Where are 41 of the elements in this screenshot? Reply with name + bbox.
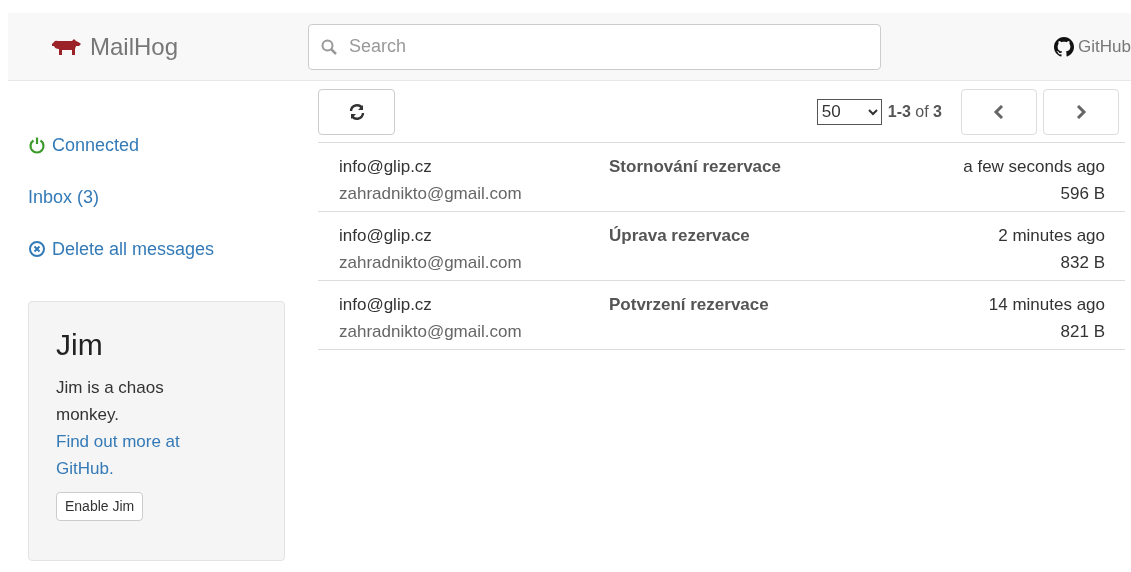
timestamp: a few seconds ago	[963, 156, 1105, 178]
sender: info@glip.cz	[339, 156, 432, 178]
message-row[interactable]: info@glip.cz zahradnikto@gmail.com Potvrzení rezervace 14 minutes ago 821 B	[318, 281, 1125, 350]
pig-icon	[52, 37, 82, 56]
search-icon	[321, 38, 337, 55]
panel-title: Jim	[56, 327, 104, 363]
message-row[interactable]: info@glip.cz zahradnikto@gmail.com Úprava rezervace 2 minutes ago 832 B	[318, 212, 1125, 281]
next-button[interactable]	[1043, 88, 1119, 135]
pagination-info: 1-3 of 3	[887, 101, 942, 122]
refresh-icon	[347, 102, 366, 121]
previous-button[interactable]	[961, 88, 1037, 135]
recipient: zahradnikto@gmail.com	[339, 252, 522, 274]
sender: info@glip.cz	[339, 225, 432, 247]
timestamp: 2 minutes ago	[998, 225, 1105, 247]
github-link[interactable]: Find out more at GitHub.	[56, 427, 216, 482]
message-size: 596 B	[1060, 183, 1105, 205]
delete-all-link[interactable]: Delete all messages	[28, 240, 285, 258]
subject: Potvrzení rezervace	[609, 294, 769, 316]
chevron-right-icon	[1075, 104, 1087, 119]
sender: info@glip.cz	[339, 294, 432, 316]
github-icon	[1054, 36, 1075, 57]
brand-name[interactable]: MailHog	[90, 28, 179, 65]
close-circle-icon	[28, 240, 46, 258]
connection-status[interactable]: Connected	[28, 136, 285, 154]
inbox-link[interactable]: Inbox (3)	[28, 188, 285, 206]
chevron-left-icon	[993, 104, 1005, 119]
timestamp: 14 minutes ago	[988, 294, 1105, 316]
power-icon	[28, 136, 46, 154]
message-size: 832 B	[1060, 252, 1105, 274]
refresh-button[interactable]	[318, 88, 395, 135]
message-size: 821 B	[1060, 321, 1105, 343]
description: Jim is a chaos monkey.	[56, 376, 165, 426]
subject: Stornování rezervace	[609, 156, 781, 178]
search-field[interactable]: Search	[308, 23, 881, 70]
github-link[interactable]: GitHub	[1054, 33, 1131, 60]
recipient: zahradnikto@gmail.com	[339, 183, 522, 205]
subject: Úprava rezervace	[609, 225, 750, 247]
page-size-select[interactable]: 50	[816, 98, 882, 125]
message-row[interactable]: info@glip.cz zahradnikto@gmail.com Stornování rezervace a few seconds ago 596 B	[318, 143, 1125, 212]
recipient: zahradnikto@gmail.com	[339, 321, 522, 343]
enable-jim-button[interactable]: Enable Jim	[56, 491, 144, 521]
